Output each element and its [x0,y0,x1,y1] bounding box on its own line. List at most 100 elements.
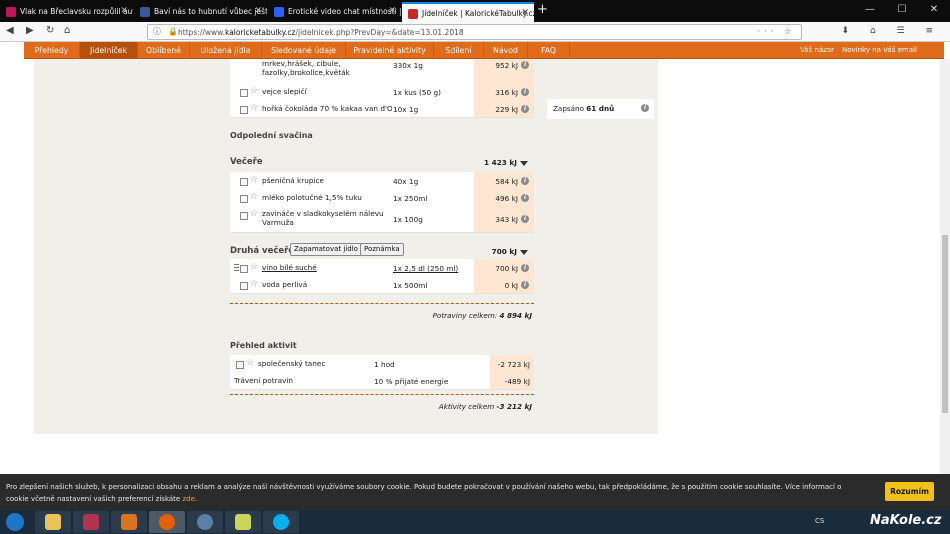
days-logged-box: Zapsáno 61 dnů i [547,99,654,119]
favorite-star-icon[interactable]: ☆ [250,175,258,185]
close-tab-icon[interactable]: ✕ [254,6,262,16]
food-amount[interactable]: 40x 1g [393,177,418,186]
page-scrollbar[interactable] [940,59,950,474]
browser-tab-3[interactable]: Erotické video chat místnosti | ✕ [268,2,401,22]
food-checkbox[interactable] [240,178,248,186]
toolbar-icons[interactable]: ⬇ ⌂ ☰ ≡ [842,26,942,36]
nav-pravidelne-aktivity[interactable]: Pravidelné aktivity [346,42,434,59]
taskbar-winrar[interactable] [73,511,109,533]
favorite-star-icon[interactable]: ☆ [250,209,258,219]
minimize-icon[interactable]: — [854,0,886,22]
nav-jidelnicek[interactable]: Jídelníček [80,42,138,59]
info-icon[interactable]: i [521,264,529,272]
close-tab-icon[interactable]: ✕ [521,8,529,18]
food-row[interactable]: ☆ vejce slepičí 1x kus (50 g) 316 kJ i [230,83,534,101]
activity-checkbox[interactable] [236,361,244,369]
url-bar[interactable]: ⓘ 🔒 https://www.kaloricketabulky.cz/jide… [147,24,802,40]
section-druha-vecere-title[interactable]: Druhá večeře [230,246,294,256]
forward-icon[interactable]: ▶ [26,25,34,36]
favorite-star-icon[interactable]: ☆ [250,279,258,289]
food-checkbox[interactable] [240,106,248,114]
nav-ulozena-jidla[interactable]: Uložená jídla [190,42,262,59]
nav-vas-nazor[interactable]: Váš názor [800,42,834,59]
nav-sledovane-udaje[interactable]: Sledované údaje [262,42,346,59]
browser-tab-2[interactable]: Baví nás to hubnutí vůbec ještě ✕ [134,2,267,22]
divider [230,394,534,395]
info-icon[interactable]: i [521,61,529,69]
remember-meal-button[interactable]: Zapamatovat jídlo [290,243,362,256]
druha-vecere-total-value: 700 kJ [491,247,517,256]
food-checkbox[interactable] [240,265,248,273]
section-druha-vecere-total[interactable]: 700 kJ [492,247,528,256]
taskbar-notes[interactable] [225,511,261,533]
food-checkbox[interactable] [240,212,248,220]
activity-kj: -2 723 kJ [497,360,530,369]
page-actions-icon[interactable]: ··· ☆ [758,27,795,36]
food-amount[interactable]: 330x 1g [393,61,423,70]
info-icon[interactable]: i [521,177,529,185]
drag-handle-icon[interactable] [234,264,239,273]
cookie-more-link[interactable]: zde [182,495,194,503]
nav-prehledy[interactable]: Přehledy [24,42,80,59]
taskbar-firefox[interactable] [149,511,185,533]
note-button[interactable]: Poznámka [360,243,404,256]
nav-navod[interactable]: Návod [484,42,528,59]
info-icon[interactable]: i [641,104,649,112]
nav-oblibene[interactable]: Oblíbené [138,42,190,59]
favorite-star-icon[interactable]: ☆ [246,358,254,368]
taskbar-skype[interactable] [263,511,299,533]
info-icon[interactable]: i [521,194,529,202]
food-row[interactable]: ☆ voda perlivá 1x 500ml 0 kJ i [230,276,534,294]
activity-row[interactable]: ☆ společenský tanec 1 hod -2 723 kJ [230,355,534,373]
nav-faq[interactable]: FAQ [528,42,570,59]
section-vecere-title[interactable]: Večeře [230,157,263,167]
taskbar-explorer[interactable] [35,511,71,533]
food-amount[interactable]: 1x 100g [393,215,423,224]
favorite-star-icon[interactable]: ☆ [250,86,258,96]
maximize-icon[interactable]: ☐ [886,0,918,22]
nav-sdileni[interactable]: Sdílení [434,42,484,59]
food-row[interactable]: mrkev,hrášek, cibule, fazolky,brokolice,… [230,59,534,84]
section-svacina-title[interactable]: Odpolední svačina [230,131,313,140]
info-icon[interactable]: i [521,215,529,223]
close-tab-icon[interactable]: ✕ [388,6,396,16]
browser-tab-1[interactable]: Vlak na Břeclavsku rozpůlil auto ✕ [0,2,133,22]
back-icon[interactable]: ◀ [6,25,14,36]
food-name-link[interactable]: víno bílé suché [262,263,390,272]
food-row[interactable]: ☆ mléko polotučné 1,5% tuku 1x 250ml 496… [230,189,534,207]
food-amount-link[interactable]: 1x 2,5 dl (250 ml) [393,264,458,273]
food-row[interactable]: ☆ pšeničná krupice 40x 1g 584 kJ i [230,172,534,190]
close-window-icon[interactable]: ✕ [918,0,950,22]
taskbar-media[interactable] [111,511,147,533]
scrollbar-thumb[interactable] [942,235,948,413]
food-amount[interactable]: 1x kus (50 g) [393,88,441,97]
browser-tab-4-active[interactable]: Jídelníček | KalorickéTabulky.cz ✕ [402,2,534,22]
windows-start-icon[interactable] [6,513,24,531]
info-icon[interactable]: ⓘ [153,26,161,37]
info-icon[interactable]: i [521,105,529,113]
food-amount[interactable]: 10x 1g [393,105,418,114]
food-amount[interactable]: 1x 250ml [393,194,427,203]
info-icon[interactable]: i [521,88,529,96]
food-checkbox[interactable] [240,195,248,203]
favorite-star-icon[interactable]: ☆ [250,192,258,202]
close-tab-icon[interactable]: ✕ [120,6,128,16]
food-row[interactable]: ☆ hořká čokoláda 70 % kakaa van d'Or 10x… [230,100,534,118]
info-icon[interactable]: i [521,281,529,289]
new-tab-icon[interactable]: + [537,2,548,17]
taskbar-app[interactable] [187,511,223,533]
home-icon[interactable]: ⌂ [64,25,70,36]
reload-icon[interactable]: ↻ [46,25,54,36]
food-row[interactable]: ☆ víno bílé suché 1x 2,5 dl (250 ml) 700… [230,259,534,277]
food-amount[interactable]: 1x 500ml [393,281,427,290]
food-checkbox[interactable] [240,282,248,290]
food-row[interactable]: ☆ zavináče v sladkokyselém nálevu Varmuž… [230,206,534,233]
cookie-accept-button[interactable]: Rozumím [885,482,934,501]
section-vecere-total[interactable]: 1 423 kJ [484,158,528,167]
favorite-star-icon[interactable]: ☆ [250,103,258,113]
favorite-star-icon[interactable]: ☆ [250,262,258,272]
food-checkbox[interactable] [240,89,248,97]
language-indicator[interactable]: CS [815,517,824,525]
nav-novinky-email[interactable]: Novinky na Váš email [842,42,917,59]
activity-amount[interactable]: 1 hod [374,360,395,369]
